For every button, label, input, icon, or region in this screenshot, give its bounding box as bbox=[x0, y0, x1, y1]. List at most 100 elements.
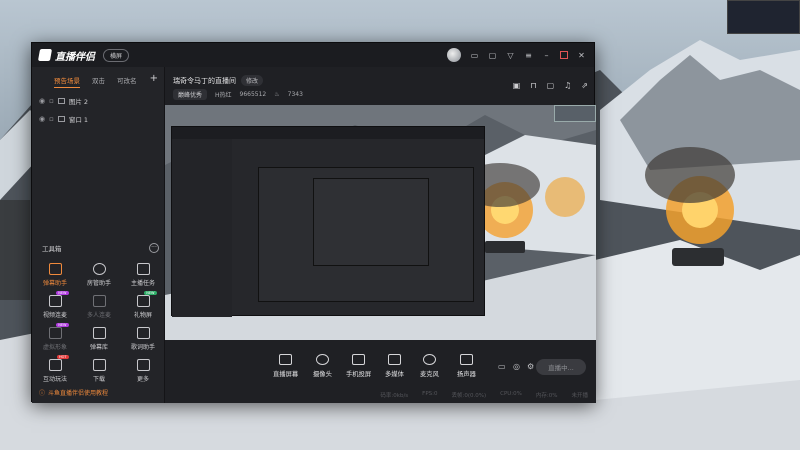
window-icon bbox=[57, 116, 65, 122]
library-icon bbox=[92, 327, 106, 339]
camera-icon bbox=[315, 354, 329, 365]
phone-cast-button[interactable]: 手机投屏 bbox=[346, 354, 371, 378]
image-icon bbox=[57, 98, 65, 104]
tab-scene-1[interactable]: 预告场景 bbox=[54, 75, 80, 88]
live-preview[interactable] bbox=[165, 105, 596, 340]
chat-icon[interactable]: ▢ bbox=[488, 51, 497, 60]
help-text: 斗鱼直播伴侣使用教程 bbox=[48, 390, 109, 397]
tool-label: 主播任务 bbox=[130, 280, 155, 287]
edit-title-button[interactable]: 修改 bbox=[241, 75, 264, 86]
tool-library[interactable]: 弹幕库 bbox=[77, 327, 121, 351]
live-status: 未开播 bbox=[571, 393, 588, 399]
mic-button[interactable]: 麦克风 bbox=[420, 354, 439, 378]
status-bar: 码率:0kb/s FPS:0 丢帧:0(0.0%) CPU:0% 内存:0% 未… bbox=[165, 391, 596, 401]
tool-multi-link[interactable]: 多人连麦 bbox=[77, 295, 121, 319]
button-label: 摄像头 bbox=[313, 371, 332, 378]
settings-icon[interactable]: ⚙ bbox=[527, 362, 534, 371]
media-button[interactable]: 多媒体 bbox=[385, 354, 404, 378]
toolbox-title: 工具箱 bbox=[42, 245, 62, 253]
tool-game[interactable]: HOT 互动玩法 bbox=[33, 355, 77, 383]
tab-scene-2[interactable]: 双击 bbox=[92, 75, 105, 88]
new-badge: NEW bbox=[56, 291, 69, 295]
help-link[interactable]: ⓘ 斗鱼直播伴侣使用教程 bbox=[39, 388, 108, 397]
camera-button[interactable]: 摄像头 bbox=[313, 354, 332, 378]
box-icon[interactable]: ▢ bbox=[547, 81, 555, 90]
user-avatar[interactable] bbox=[447, 48, 461, 62]
app-logo: 直播伴侣 bbox=[37, 48, 95, 63]
tool-avatar[interactable]: NEW 虚拟形象 bbox=[33, 323, 77, 351]
button-label: 多媒体 bbox=[385, 371, 404, 378]
button-label: 直播屏幕 bbox=[273, 371, 299, 378]
room-title: 瑞奇令马丁的直播间 bbox=[173, 76, 236, 85]
menu-icon[interactable]: ≡ bbox=[524, 51, 533, 60]
stats-icon[interactable]: ◎ bbox=[513, 362, 520, 371]
tool-grid: 弹幕助手 房管助手 主播任务 NEW 视频连麦 多人连麦 NEW 礼物屏 NEW 虚拟… bbox=[33, 263, 165, 383]
tool-room-admin[interactable]: 房管助手 bbox=[77, 263, 121, 287]
tool-lyrics[interactable]: 歌词助手 bbox=[121, 327, 165, 351]
tool-label: 礼物屏 bbox=[133, 312, 152, 319]
tool-label: 房管助手 bbox=[86, 280, 111, 287]
media-icon bbox=[387, 354, 401, 365]
tool-label: 视频连麦 bbox=[42, 312, 67, 319]
tool-download[interactable]: 下载 bbox=[77, 359, 121, 383]
tool-video-link[interactable]: NEW 视频连麦 bbox=[33, 291, 77, 319]
button-label: 麦克风 bbox=[420, 371, 439, 378]
hot-badge: HOT bbox=[56, 355, 69, 359]
tab-scene-3[interactable]: 可改名 bbox=[117, 75, 137, 88]
hot-label: H热红 bbox=[215, 92, 232, 99]
speaker-icon bbox=[459, 354, 473, 365]
tool-task[interactable]: 主播任务 bbox=[121, 263, 165, 287]
start-live-button[interactable]: 直播中... bbox=[536, 359, 586, 375]
eye-icon[interactable]: ◉ bbox=[39, 97, 45, 105]
memory-status: 内存:0% bbox=[535, 393, 558, 399]
cpu-status: CPU:0% bbox=[500, 391, 522, 397]
phone-cast-icon bbox=[352, 354, 366, 365]
avatar-icon: NEW bbox=[48, 323, 69, 339]
record-icon[interactable]: ▭ bbox=[498, 362, 506, 371]
shirt-icon[interactable]: ▽ bbox=[506, 51, 515, 60]
new-badge: NEW bbox=[144, 291, 157, 295]
download-icon bbox=[92, 359, 106, 371]
bitrate-status: 码率:0kb/s bbox=[380, 393, 409, 399]
gift-icon[interactable]: ▣ bbox=[513, 81, 521, 90]
nested-preview-window bbox=[171, 126, 485, 317]
lock-icon[interactable]: ▫ bbox=[49, 97, 54, 105]
share-icon[interactable]: ⇗ bbox=[581, 81, 588, 90]
eye-icon[interactable]: ◉ bbox=[39, 115, 45, 123]
multi-link-icon bbox=[92, 295, 106, 307]
gift-icon: NEW bbox=[136, 291, 157, 307]
message-icon[interactable]: ▭ bbox=[470, 51, 479, 60]
plus-icon[interactable]: + bbox=[150, 73, 158, 84]
title-bar: 直播伴侣 横屏 ▭ ▢ ▽ ≡ – ✕ bbox=[32, 43, 594, 67]
fans-value: 7343 bbox=[287, 91, 303, 98]
tool-danmu[interactable]: 弹幕助手 bbox=[33, 263, 77, 287]
category-button[interactable]: 巅峰优秀 bbox=[173, 89, 208, 100]
screen-icon bbox=[279, 354, 293, 365]
lock-icon[interactable]: ⊓ bbox=[530, 81, 536, 90]
new-badge: NEW bbox=[56, 323, 69, 327]
maximize-icon[interactable] bbox=[560, 51, 568, 59]
room-title-row: 瑞奇令马丁的直播间 修改 bbox=[173, 75, 264, 86]
user-icon bbox=[92, 263, 106, 275]
tool-more[interactable]: 更多 bbox=[121, 359, 165, 383]
minimize-icon[interactable]: – bbox=[542, 51, 551, 60]
lyrics-icon bbox=[136, 327, 150, 339]
lock-icon[interactable]: ▫ bbox=[49, 115, 54, 123]
screen-button[interactable]: 直播屏幕 bbox=[273, 354, 298, 378]
mode-switch-button[interactable]: 横屏 bbox=[103, 48, 130, 62]
source-item[interactable]: ◉ ▫ 图片 2 bbox=[39, 96, 164, 106]
speaker-button[interactable]: 扬声器 bbox=[457, 354, 476, 378]
game-icon: HOT bbox=[48, 355, 69, 371]
more-icon[interactable]: ··· bbox=[149, 243, 159, 253]
close-icon[interactable]: ✕ bbox=[577, 51, 586, 60]
tool-label: 弹幕库 bbox=[89, 344, 108, 351]
source-item[interactable]: ◉ ▫ 窗口 1 bbox=[39, 114, 164, 124]
bell-icon[interactable]: ♫ bbox=[564, 81, 571, 90]
tool-gift[interactable]: NEW 礼物屏 bbox=[121, 291, 165, 319]
button-label: 扬声器 bbox=[457, 371, 476, 378]
source-bar: 直播屏幕 摄像头 手机投屏 多媒体 麦克风 扬声器 ▭ ◎ ⚙ 直播中... 码… bbox=[165, 340, 596, 403]
fire-icon: ♨ bbox=[274, 91, 280, 98]
fps-status: FPS:0 bbox=[422, 391, 438, 397]
toolbox: 工具箱 ··· 弹幕助手 房管助手 主播任务 NEW 视频连麦 多人连麦 NEW 礼… bbox=[32, 243, 165, 383]
tool-label: 下载 bbox=[92, 376, 105, 383]
